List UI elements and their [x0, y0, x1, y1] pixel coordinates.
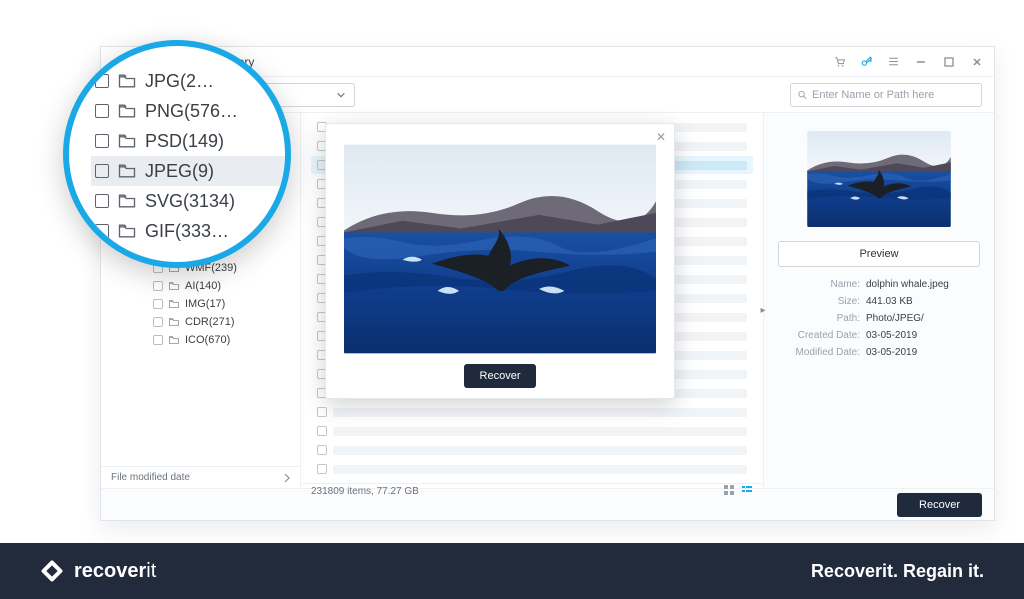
checkbox-icon[interactable] [153, 335, 163, 345]
magnifier-item[interactable]: SVG(3134) [91, 186, 285, 216]
checkbox-icon[interactable] [317, 407, 327, 417]
file-row-placeholder [333, 446, 747, 455]
file-row[interactable] [311, 460, 753, 478]
detail-view-icon[interactable] [741, 484, 753, 499]
magnifier-item[interactable]: JPEG(9) [91, 156, 285, 186]
checkbox-icon[interactable] [95, 194, 109, 208]
maximize-button[interactable] [942, 55, 956, 69]
magnifier-item[interactable]: PNG(576… [91, 96, 285, 126]
brand-bar: recoverit Recoverit. Regain it. [0, 543, 1024, 599]
file-list-pane: 231809 items, 77.27 GB ✕ Recover [301, 113, 764, 488]
checkbox-icon[interactable] [317, 426, 327, 436]
recover-button[interactable]: Recover [897, 493, 982, 517]
grid-view-icon[interactable] [723, 484, 735, 499]
checkbox-icon[interactable] [95, 134, 109, 148]
checkbox-icon[interactable] [153, 281, 163, 291]
thumbnail [807, 131, 951, 227]
meta-key-path: Path: [778, 313, 860, 324]
checkbox-icon[interactable] [95, 104, 109, 118]
brand-tagline: Recoverit. Regain it. [811, 561, 984, 582]
search-field[interactable] [790, 83, 982, 107]
close-button[interactable] [970, 55, 984, 69]
search-input[interactable] [812, 89, 975, 101]
file-metadata: Name: dolphin whale.jpeg Size: 441.03 KB P… [778, 279, 980, 358]
file-row-placeholder [333, 427, 747, 436]
file-row-placeholder [333, 408, 747, 417]
search-icon [797, 89, 808, 101]
checkbox-icon[interactable] [95, 74, 109, 88]
sidebar-footer-label: File modified date [111, 472, 190, 483]
modal-recover-button[interactable]: Recover [464, 364, 537, 388]
status-strip: 231809 items, 77.27 GB [301, 483, 763, 499]
meta-key-name: Name: [778, 279, 860, 290]
brand-logo-icon [40, 559, 64, 583]
meta-key-modified: Modified Date: [778, 347, 860, 358]
meta-val-modified: 03-05-2019 [866, 347, 917, 358]
meta-key-created: Created Date: [778, 330, 860, 341]
menu-icon[interactable] [887, 55, 900, 68]
meta-val-name: dolphin whale.jpeg [866, 279, 949, 290]
magnifier-callout: JPG(2… PNG(576… PSD(149) JPEG(9) SVG(3134) GI… [63, 40, 291, 268]
checkbox-icon[interactable] [153, 299, 163, 309]
file-row[interactable] [311, 441, 753, 459]
chevron-right-icon [284, 473, 290, 483]
magnifier-item[interactable]: PSD(149) [91, 126, 285, 156]
magnifier-item-label: JPG(2… [145, 71, 214, 92]
checkbox-icon[interactable] [95, 224, 109, 238]
checkbox-icon[interactable] [95, 164, 109, 178]
tree-item[interactable]: CDR(271) [101, 313, 300, 331]
tree-item-label: IMG(17) [185, 298, 225, 310]
checkbox-icon[interactable] [317, 445, 327, 455]
key-icon[interactable] [860, 55, 873, 68]
magnifier-item-label: PNG(576… [145, 101, 238, 122]
chevron-down-icon [336, 90, 346, 100]
sidebar-footer[interactable]: File modified date [101, 466, 300, 488]
tree-item-label: ICO(670) [185, 334, 230, 346]
close-icon[interactable]: ✕ [656, 130, 666, 144]
details-panel: ▸ Preview Name:dolphin whale.jpeg Size:4… [764, 113, 994, 488]
file-row-placeholder [333, 465, 747, 474]
checkbox-icon[interactable] [317, 464, 327, 474]
tree-item[interactable]: ICO(670) [101, 331, 300, 349]
minimize-button[interactable] [914, 55, 928, 69]
brand-name: recoverit [74, 560, 156, 583]
magnifier-item-label: GIF(333… [145, 221, 229, 242]
cart-icon[interactable] [833, 55, 846, 68]
file-row[interactable] [311, 403, 753, 421]
meta-key-size: Size: [778, 296, 860, 307]
preview-button[interactable]: Preview [778, 241, 980, 267]
checkbox-icon[interactable] [153, 317, 163, 327]
tree-item[interactable]: IMG(17) [101, 295, 300, 313]
status-text: 231809 items, 77.27 GB [311, 486, 419, 497]
collapse-toggle[interactable]: ▸ [757, 295, 769, 325]
meta-val-created: 03-05-2019 [866, 330, 917, 341]
tree-item[interactable]: AI(140) [101, 277, 300, 295]
brand-logo-area: recoverit [40, 559, 156, 583]
file-row[interactable] [311, 422, 753, 440]
magnifier-item-label: PSD(149) [145, 131, 224, 152]
tree-item-label: AI(140) [185, 280, 221, 292]
meta-val-size: 441.03 KB [866, 296, 913, 307]
preview-modal: ✕ Recover [325, 123, 675, 399]
magnifier-item-label: JPEG(9) [145, 161, 214, 182]
magnifier-item-label: SVG(3134) [145, 191, 235, 212]
preview-image [344, 144, 656, 354]
meta-val-path: Photo/JPEG/ [866, 313, 924, 324]
tree-item-label: CDR(271) [185, 316, 235, 328]
